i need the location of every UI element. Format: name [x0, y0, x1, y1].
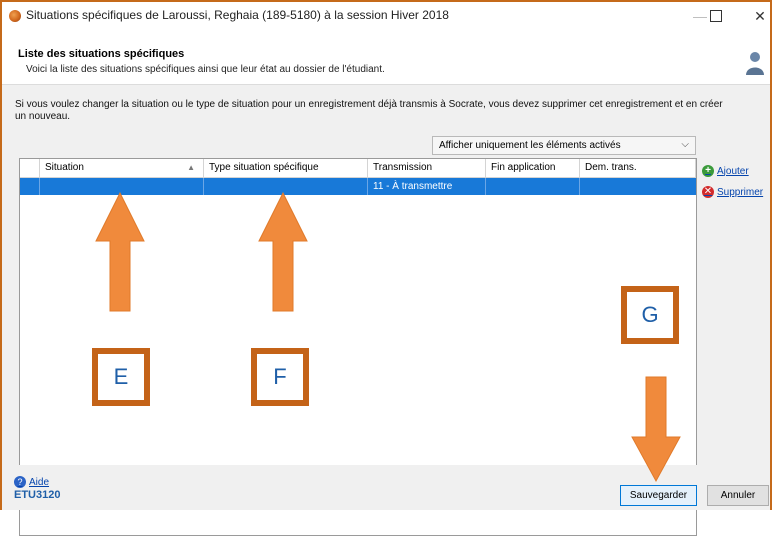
- screen-code: ETU3120: [14, 489, 61, 501]
- add-link[interactable]: + Ajouter: [702, 164, 749, 178]
- column-header-transmission[interactable]: Transmission: [368, 159, 486, 177]
- row-header-column: [20, 159, 40, 177]
- column-header-type[interactable]: Type situation spécifique: [204, 159, 368, 177]
- maximize-icon: [710, 10, 722, 22]
- section-subtitle: Voici la liste des situations spécifique…: [26, 64, 385, 75]
- column-header-fin-application[interactable]: Fin application: [486, 159, 580, 177]
- delete-label: Supprimer: [717, 186, 764, 198]
- cancel-button[interactable]: Annuler: [707, 485, 769, 506]
- help-link[interactable]: ? Aide: [14, 476, 49, 488]
- annotation-label-f: F: [251, 348, 309, 406]
- annotation-label-e: E: [92, 348, 150, 406]
- row-selector[interactable]: [20, 178, 40, 195]
- cell-dem-trans[interactable]: [580, 178, 696, 195]
- column-header-situation[interactable]: Situation ▲: [40, 159, 204, 177]
- app-icon: [9, 10, 21, 22]
- sort-ascending-icon: ▲: [187, 163, 195, 172]
- annotation-arrow-g: [631, 376, 681, 483]
- chevron-down-icon: ⌵: [681, 139, 689, 150]
- delete-icon: ✕: [702, 186, 714, 198]
- table-header: Situation ▲ Type situation spécifique Tr…: [20, 159, 696, 178]
- header-panel: Liste des situations spécifiques Voici l…: [2, 30, 770, 85]
- filter-selected-value: Afficher uniquement les éléments activés: [439, 140, 621, 151]
- info-text: Si vous voulez changer la situation ou l…: [15, 99, 723, 122]
- save-button[interactable]: Sauvegarder: [620, 485, 697, 506]
- cell-transmission[interactable]: 11 - À transmettre: [368, 178, 486, 195]
- add-label: Ajouter: [717, 165, 749, 177]
- help-icon: ?: [14, 476, 26, 488]
- column-label: Situation: [45, 162, 84, 173]
- section-title: Liste des situations spécifiques: [18, 48, 185, 60]
- annotation-arrow-e: [95, 191, 145, 312]
- annotation-label-g: G: [621, 286, 679, 344]
- title-bar: Situations spécifiques de Laroussi, Regh…: [2, 2, 770, 30]
- delete-link[interactable]: ✕ Supprimer: [702, 185, 763, 199]
- user-icon: [746, 52, 764, 75]
- column-header-dem-trans[interactable]: Dem. trans.: [580, 159, 696, 177]
- cell-fin-application[interactable]: [486, 178, 580, 195]
- maximize-button[interactable]: [694, 2, 738, 30]
- help-label: Aide: [29, 476, 50, 488]
- dialog-window: Situations spécifiques de Laroussi, Regh…: [0, 0, 772, 536]
- close-button[interactable]: ✕: [738, 2, 772, 30]
- filter-dropdown[interactable]: Afficher uniquement les éléments activés…: [432, 136, 696, 155]
- annotation-arrow-f: [258, 191, 308, 312]
- window-title: Situations spécifiques de Laroussi, Regh…: [26, 8, 449, 22]
- add-icon: +: [702, 165, 714, 177]
